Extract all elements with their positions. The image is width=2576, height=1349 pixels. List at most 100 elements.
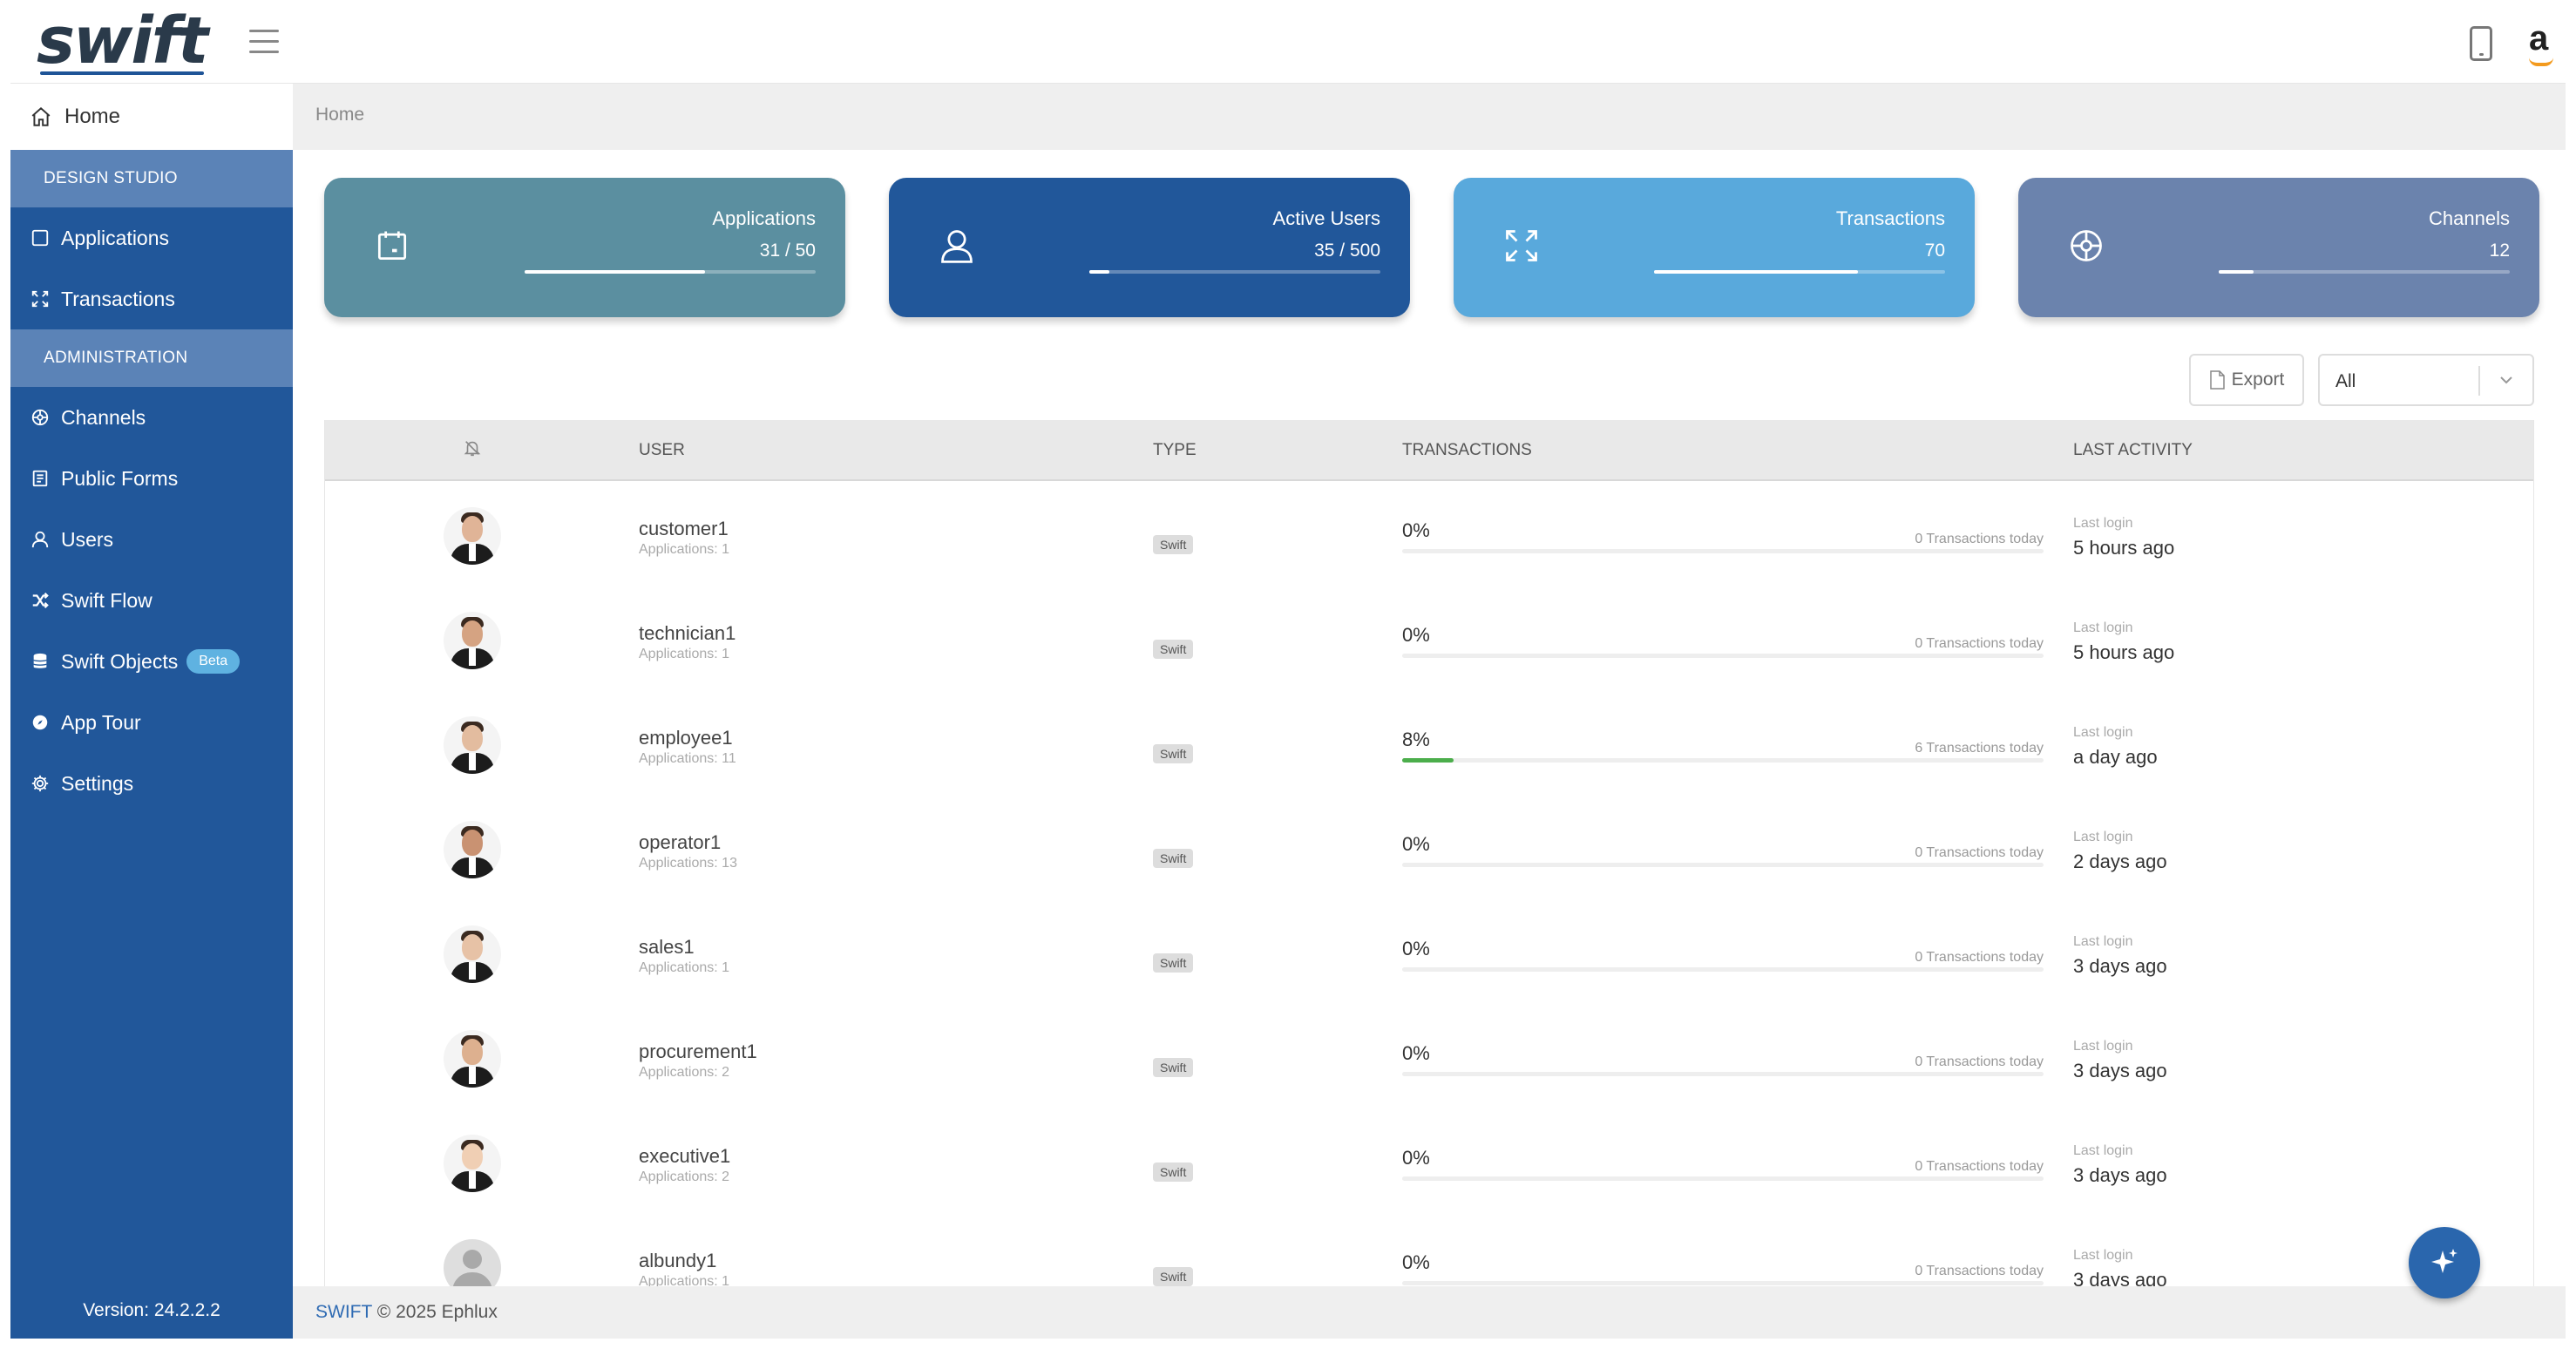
sidebar-item-label: Transactions (61, 287, 175, 310)
channels-icon (2071, 230, 2102, 261)
applications-count: Applications: 1 (639, 647, 730, 661)
sidebar: Home DESIGN STUDIO Applications Transact… (10, 84, 293, 1339)
card-label: Active Users (1272, 207, 1380, 229)
section-design-studio: DESIGN STUDIO (10, 150, 293, 207)
export-button[interactable]: Export (2189, 354, 2304, 406)
transaction-progress (1402, 863, 2044, 867)
username[interactable]: executive1 (639, 1145, 730, 1168)
applications-count: Applications: 11 (639, 751, 736, 766)
last-login-label: Last login (2073, 725, 2133, 740)
sidebar-item-app-tour[interactable]: App Tour (10, 692, 293, 753)
sidebar-item-applications[interactable]: Applications (10, 207, 293, 268)
transaction-progress (1402, 549, 2044, 553)
type-badge: Swift (1153, 953, 1194, 973)
sidebar-item-label: Users (61, 527, 114, 551)
sidebar-item-label: Settings (61, 771, 134, 795)
card-applications[interactable]: Applications 31 / 50 (324, 178, 845, 317)
column-type[interactable]: TYPE (1153, 441, 1196, 460)
sparkle-icon (2431, 1249, 2457, 1273)
transaction-progress (1402, 1281, 2044, 1285)
username[interactable]: customer1 (639, 518, 729, 540)
avatar[interactable] (444, 507, 501, 565)
table-row[interactable]: operator1 Applications: 13 Swift 0% 0 Transa… (325, 800, 2533, 899)
avatar[interactable] (444, 1030, 501, 1088)
transactions-today: 6 Transactions today (1915, 741, 2044, 756)
avatar[interactable] (444, 1135, 501, 1192)
user-icon (941, 230, 973, 263)
card-transactions[interactable]: Transactions 70 (1454, 178, 1975, 317)
column-user[interactable]: USER (639, 441, 685, 460)
table-row[interactable]: executive1 Applications: 2 Swift 0% 0 Transa… (325, 1114, 2533, 1213)
transactions-today: 0 Transactions today (1915, 1054, 2044, 1069)
card-progress-fill (2219, 270, 2254, 274)
table-row[interactable]: sales1 Applications: 1 Swift 0% 0 Transactio… (325, 905, 2533, 1004)
footer-brand-link[interactable]: SWIFT (315, 1302, 372, 1322)
table-row[interactable]: customer1 Applications: 1 Swift 0% 0 Transac… (325, 486, 2533, 586)
avatar[interactable] (444, 612, 501, 669)
username[interactable]: procurement1 (639, 1041, 757, 1063)
applications-count: Applications: 1 (639, 542, 730, 557)
card-label: Channels (2429, 207, 2510, 229)
swift-logo[interactable]: swift (37, 3, 208, 78)
avatar[interactable] (444, 821, 501, 878)
sidebar-item-swift-objects[interactable]: Swift Objects Beta (10, 631, 293, 692)
channels-icon (30, 407, 51, 428)
table-row[interactable]: employee1 Applications: 11 Swift 8% 6 Transa… (325, 695, 2533, 795)
transaction-progress-fill (1402, 758, 1454, 763)
sidebar-item-public-forms[interactable]: Public Forms (10, 448, 293, 509)
ai-assistant-button[interactable] (2409, 1227, 2480, 1298)
last-login-label: Last login (2073, 516, 2133, 531)
card-active-users[interactable]: Active Users 35 / 500 (889, 178, 1410, 317)
transaction-progress (1402, 1176, 2044, 1181)
username[interactable]: sales1 (639, 936, 695, 959)
sidebar-item-channels[interactable]: Channels (10, 387, 293, 448)
version-label: Version: 24.2.2.2 (83, 1300, 220, 1320)
sidebar-item-label: Swift Objects (61, 649, 179, 673)
table-row[interactable]: procurement1 Applications: 2 Swift 0% 0 Tran… (325, 1009, 2533, 1108)
chevron-down-icon (2500, 376, 2512, 384)
card-channels[interactable]: Channels 12 (2018, 178, 2539, 317)
sidebar-item-home[interactable]: Home (10, 84, 293, 150)
transactions-today: 0 Transactions today (1915, 950, 2044, 965)
username[interactable]: operator1 (639, 831, 721, 854)
sidebar-item-settings[interactable]: Settings (10, 753, 293, 814)
transaction-progress (1402, 654, 2044, 658)
transaction-percent: 0% (1402, 519, 1430, 541)
column-last-activity[interactable]: LAST ACTIVITY (2073, 441, 2193, 460)
sidebar-item-users[interactable]: Users (10, 509, 293, 570)
last-login-value: 3 days ago (2073, 955, 2167, 977)
expand-icon (1506, 230, 1537, 261)
type-badge: Swift (1153, 744, 1194, 763)
document-icon (2209, 370, 2225, 390)
top-bar: swift a (10, 0, 2566, 84)
transaction-percent: 0% (1402, 624, 1430, 646)
avatar[interactable] (444, 925, 501, 983)
calendar-icon (377, 231, 407, 261)
amazon-icon[interactable]: a (2529, 19, 2554, 66)
card-progress (2219, 270, 2510, 274)
users-table: USER TYPE TRANSACTIONS LAST ACTIVITY cus… (324, 420, 2534, 1297)
username[interactable]: albundy1 (639, 1250, 716, 1272)
last-login-label: Last login (2073, 1039, 2133, 1054)
bell-icon[interactable] (463, 437, 482, 458)
filter-select[interactable]: All (2318, 354, 2534, 406)
transaction-percent: 0% (1402, 1147, 1430, 1169)
mobile-icon[interactable] (2470, 26, 2492, 61)
last-login-value: 3 days ago (2073, 1164, 2167, 1186)
breadcrumb[interactable]: Home (315, 105, 364, 125)
sidebar-item-swift-flow[interactable]: Swift Flow (10, 570, 293, 631)
sidebar-item-label: Applications (61, 226, 170, 249)
avatar[interactable] (444, 716, 501, 774)
column-transactions[interactable]: TRANSACTIONS (1402, 441, 1532, 460)
table-row[interactable]: technician1 Applications: 1 Swift 0% 0 Trans… (325, 591, 2533, 690)
select-divider (2478, 366, 2480, 396)
username[interactable]: employee1 (639, 727, 733, 749)
last-login-label: Last login (2073, 1248, 2133, 1263)
home-icon (31, 106, 51, 126)
export-label: Export (2231, 369, 2285, 390)
username[interactable]: technician1 (639, 622, 736, 645)
last-login-label: Last login (2073, 934, 2133, 949)
menu-icon[interactable] (249, 30, 279, 54)
type-badge: Swift (1153, 849, 1194, 868)
sidebar-item-transactions[interactable]: Transactions (10, 268, 293, 329)
